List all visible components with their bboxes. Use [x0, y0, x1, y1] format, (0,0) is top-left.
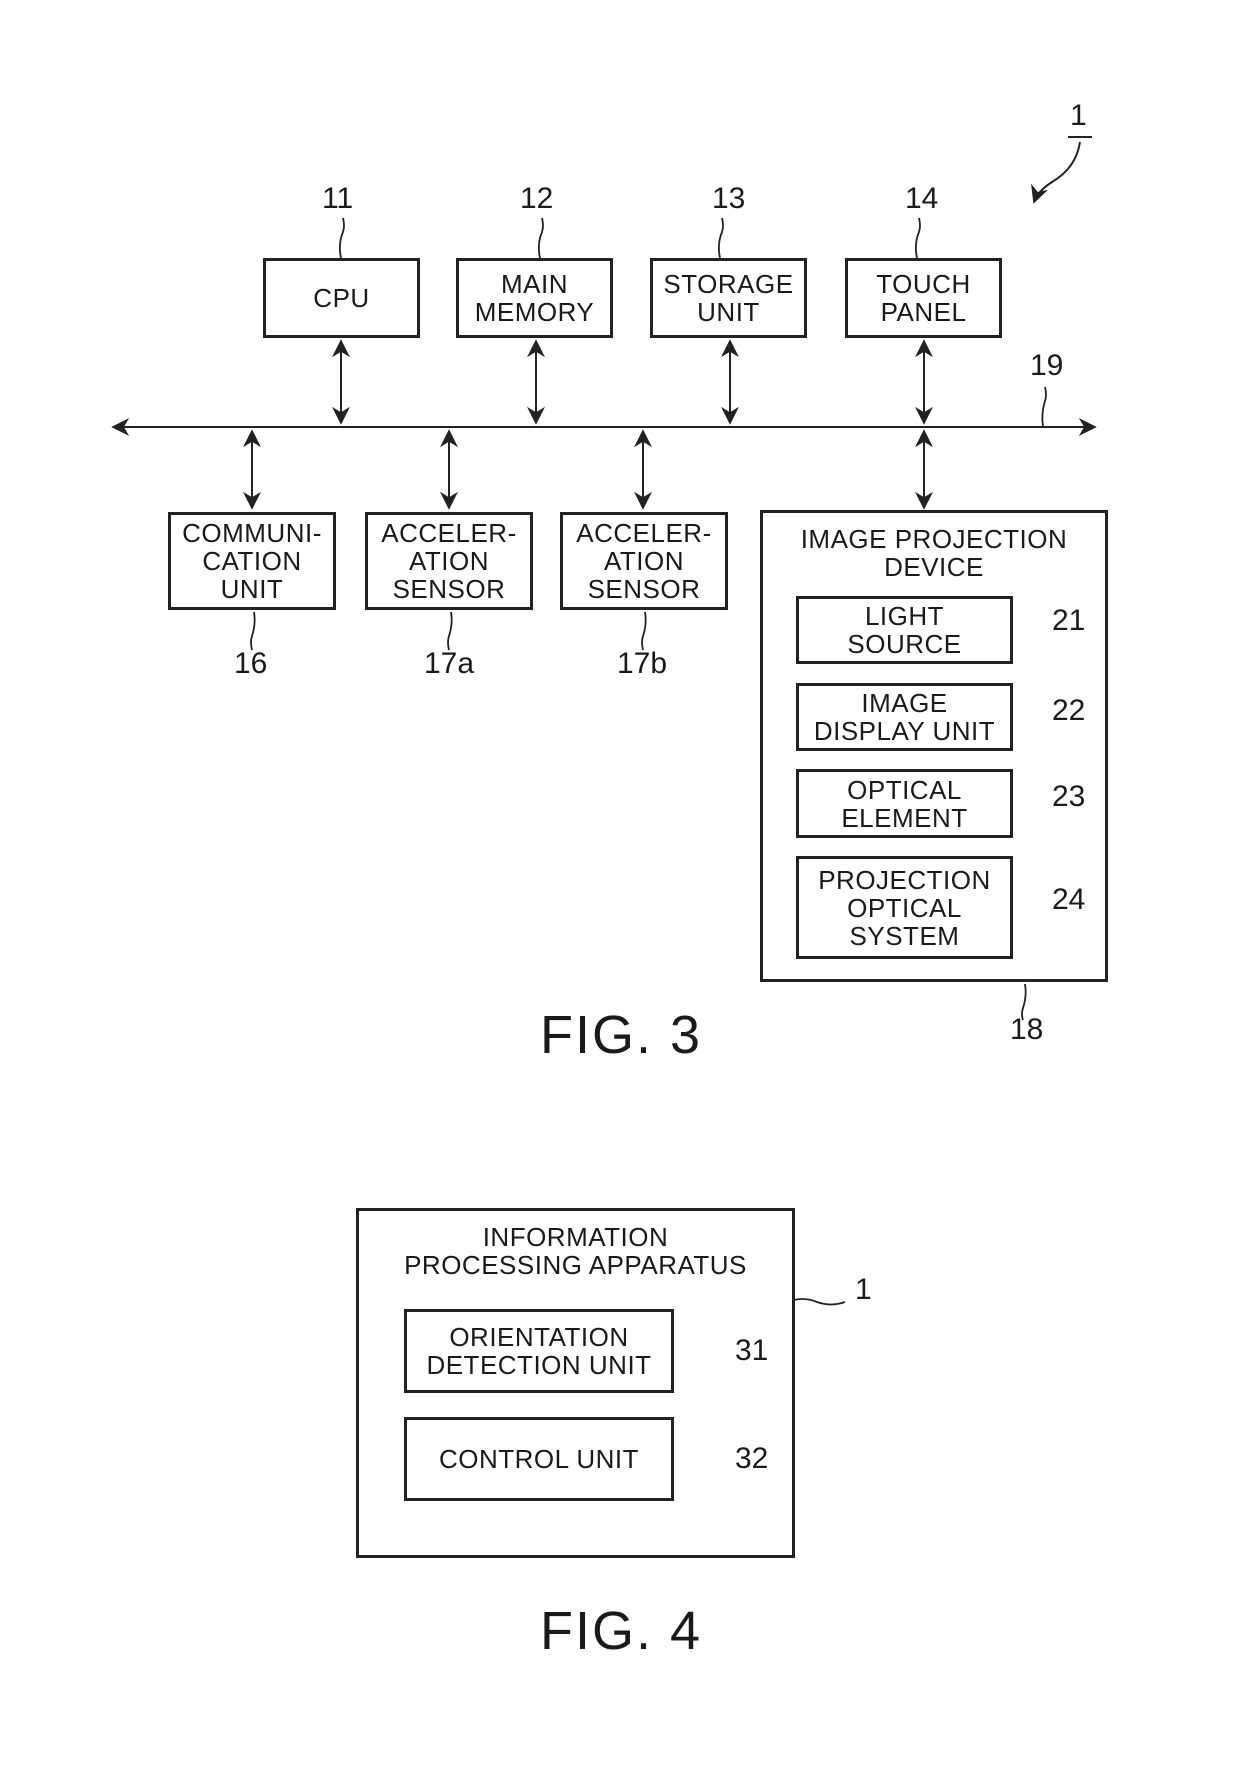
light-source-box: LIGHT SOURCE: [796, 596, 1013, 664]
main-memory-label: MAIN MEMORY: [474, 269, 595, 327]
information-processing-apparatus-title: INFORMATION PROCESSING APPARATUS: [404, 1222, 747, 1280]
projection-optical-system-box: PROJECTION OPTICAL SYSTEM: [796, 856, 1013, 959]
optical-element-box: OPTICAL ELEMENT: [796, 769, 1013, 838]
ref-label-17a: 17a: [424, 647, 475, 680]
ref-label-24: 24: [1052, 883, 1086, 916]
ref-label-13: 13: [712, 182, 746, 215]
ref-1-arrow: [1031, 141, 1081, 204]
leader-13: [717, 217, 724, 259]
communication-unit-label: COMMUNI- CATION UNIT: [182, 518, 322, 604]
acceleration-sensor-a-label: ACCELER- ATION SENSOR: [381, 518, 517, 604]
leader-19: [1041, 386, 1047, 428]
control-unit-box: CONTROL UNIT: [404, 1417, 674, 1501]
storage-unit-label: STORAGE UNIT: [663, 269, 794, 327]
light-source-label: LIGHT SOURCE: [847, 601, 962, 659]
acceleration-sensor-b-label: ACCELER- ATION SENSOR: [576, 518, 712, 604]
leader-17b: [641, 611, 647, 651]
leader-17a: [447, 611, 453, 651]
ref-label-14: 14: [905, 182, 939, 215]
communication-unit-box: COMMUNI- CATION UNIT: [168, 512, 336, 610]
acceleration-sensor-a-box: ACCELER- ATION SENSOR: [365, 512, 533, 610]
ref-label-17b: 17b: [617, 647, 668, 680]
ref-label-22: 22: [1052, 694, 1086, 727]
main-memory-box: MAIN MEMORY: [456, 258, 613, 338]
leader-11: [338, 217, 345, 259]
leader-14: [914, 217, 921, 259]
optical-element-label: OPTICAL ELEMENT: [841, 774, 968, 833]
leader-fig4-1: [786, 1298, 846, 1306]
ref-label-12: 12: [520, 182, 554, 215]
storage-unit-box: STORAGE UNIT: [650, 258, 807, 338]
leader-12: [537, 217, 544, 259]
orientation-detection-unit-label: ORIENTATION DETECTION UNIT: [426, 1322, 652, 1380]
ref-label-1: 1: [1070, 99, 1087, 132]
ref-label-11: 11: [322, 182, 354, 215]
ref-label-19: 19: [1030, 349, 1064, 382]
leader-16: [250, 611, 256, 651]
ref-label-16: 16: [234, 647, 268, 680]
ref-label-21: 21: [1052, 604, 1086, 637]
fig3-caption: FIG. 3: [540, 1005, 703, 1065]
image-display-unit-label: IMAGE DISPLAY UNIT: [813, 688, 996, 746]
cpu-label: CPU: [313, 283, 370, 313]
image-display-unit-box: IMAGE DISPLAY UNIT: [796, 683, 1013, 751]
fig4-caption: FIG. 4: [540, 1601, 703, 1661]
touch-panel-box: TOUCH PANEL: [845, 258, 1002, 338]
touch-panel-label: TOUCH PANEL: [876, 269, 971, 327]
ref-label-31: 31: [735, 1334, 769, 1367]
projection-optical-system-label: PROJECTION OPTICAL SYSTEM: [818, 864, 991, 951]
ref-label-18: 18: [1010, 1013, 1044, 1046]
ref-label-32: 32: [735, 1442, 769, 1475]
cpu-box: CPU: [263, 258, 420, 338]
acceleration-sensor-b-box: ACCELER- ATION SENSOR: [560, 512, 728, 610]
control-unit-label: CONTROL UNIT: [438, 1444, 640, 1474]
orientation-detection-unit-box: ORIENTATION DETECTION UNIT: [404, 1309, 674, 1393]
image-projection-device-title: IMAGE PROJECTION DEVICE: [800, 524, 1068, 582]
ref-label-fig4-1: 1: [855, 1273, 872, 1306]
ref-label-23: 23: [1052, 780, 1086, 813]
